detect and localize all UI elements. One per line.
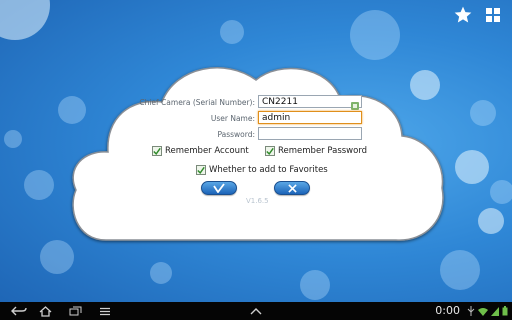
remember-account-label: Remember Account: [165, 146, 249, 156]
battery-icon: [502, 306, 508, 316]
password-input[interactable]: [262, 128, 358, 139]
menu-icon[interactable]: [98, 304, 112, 318]
system-bar: 0:00: [0, 302, 512, 320]
camera-serial-label: Chief Camera (Serial Number):: [139, 98, 255, 107]
version-text: V1.6.5: [246, 197, 269, 205]
signal-icon: [491, 306, 499, 316]
check-icon: [213, 183, 225, 193]
clock: 0:00: [435, 304, 460, 317]
remember-password-label: Remember Password: [278, 146, 368, 156]
login-cloud: [72, 67, 444, 241]
wifi-icon: [478, 307, 488, 316]
status-icons: [467, 306, 508, 316]
username-field[interactable]: [258, 111, 362, 124]
favorites-label: Whether to add to Favorites: [209, 165, 328, 175]
favorites-option[interactable]: Whether to add to Favorites: [196, 165, 328, 175]
camera-serial-input[interactable]: [262, 96, 358, 107]
remember-password-option[interactable]: Remember Password: [265, 146, 367, 156]
confirm-button[interactable]: [201, 181, 237, 195]
camera-list-icon[interactable]: [350, 96, 360, 110]
camera-serial-field[interactable]: [258, 95, 362, 108]
top-toolbar: [452, 4, 504, 26]
back-icon[interactable]: [10, 304, 28, 318]
username-label: User Name:: [210, 114, 255, 123]
cancel-button[interactable]: [274, 181, 310, 195]
recent-apps-icon[interactable]: [68, 304, 82, 318]
username-input[interactable]: [262, 112, 358, 123]
remember-account-checkbox[interactable]: [152, 146, 162, 156]
up-arrow-icon[interactable]: [249, 304, 263, 318]
remember-password-checkbox[interactable]: [265, 146, 275, 156]
home-icon[interactable]: [38, 304, 52, 318]
grid-icon[interactable]: [482, 4, 504, 26]
favorites-checkbox[interactable]: [196, 165, 206, 175]
star-icon[interactable]: [452, 4, 474, 26]
password-field[interactable]: [258, 127, 362, 140]
usb-icon: [467, 306, 475, 316]
remember-account-option[interactable]: Remember Account: [152, 146, 249, 156]
password-label: Password:: [217, 130, 255, 139]
close-icon: [287, 183, 297, 193]
